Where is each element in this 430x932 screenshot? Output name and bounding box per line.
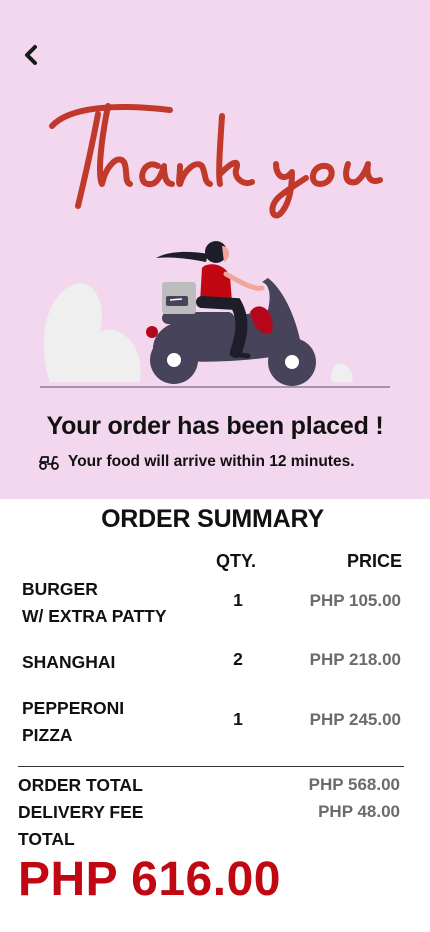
item-name-line2: W/ EXTRA PATTY (22, 606, 167, 626)
eta-text: Your food will arrive within 12 minutes. (68, 453, 355, 470)
chevron-left-icon[interactable] (18, 40, 46, 70)
item-qty: 1 (233, 590, 243, 610)
delivery-fee-value: PHP 48.00 (318, 802, 400, 821)
total-label: TOTAL (18, 829, 75, 849)
order-summary-title: ORDER SUMMARY (101, 505, 324, 533)
item-price: PHP 105.00 (309, 591, 401, 610)
delivery-fee-label: DELIVERY FEE (18, 802, 144, 822)
item-qty: 2 (233, 649, 243, 669)
item-price: PHP 245.00 (309, 710, 401, 729)
item-name-line2: PIZZA (22, 725, 73, 745)
order-total-label: ORDER TOTAL (18, 775, 143, 795)
hero-section: Your order has been placed ! Your food w… (0, 0, 430, 499)
scooter-icon (39, 456, 59, 470)
thank-you-lettering (49, 103, 383, 219)
order-total-value: PHP 568.00 (308, 775, 400, 794)
item-name-line1: SHANGHAI (22, 652, 116, 672)
item-price: PHP 218.00 (309, 650, 401, 669)
order-placed-title: Your order has been placed ! (46, 412, 384, 440)
item-qty: 1 (233, 709, 243, 729)
eta-message: Your food will arrive within 12 minutes. (38, 453, 355, 471)
qty-column-header: QTY. (216, 551, 257, 571)
summary-divider (18, 766, 404, 767)
item-name-line1: PEPPERONI (22, 698, 125, 718)
item-name-line1: BURGER (22, 579, 98, 599)
grand-total-value: PHP 616.00 (18, 853, 281, 906)
delivery-rider-illustration (40, 241, 390, 388)
price-column-header: PRICE (346, 551, 402, 571)
